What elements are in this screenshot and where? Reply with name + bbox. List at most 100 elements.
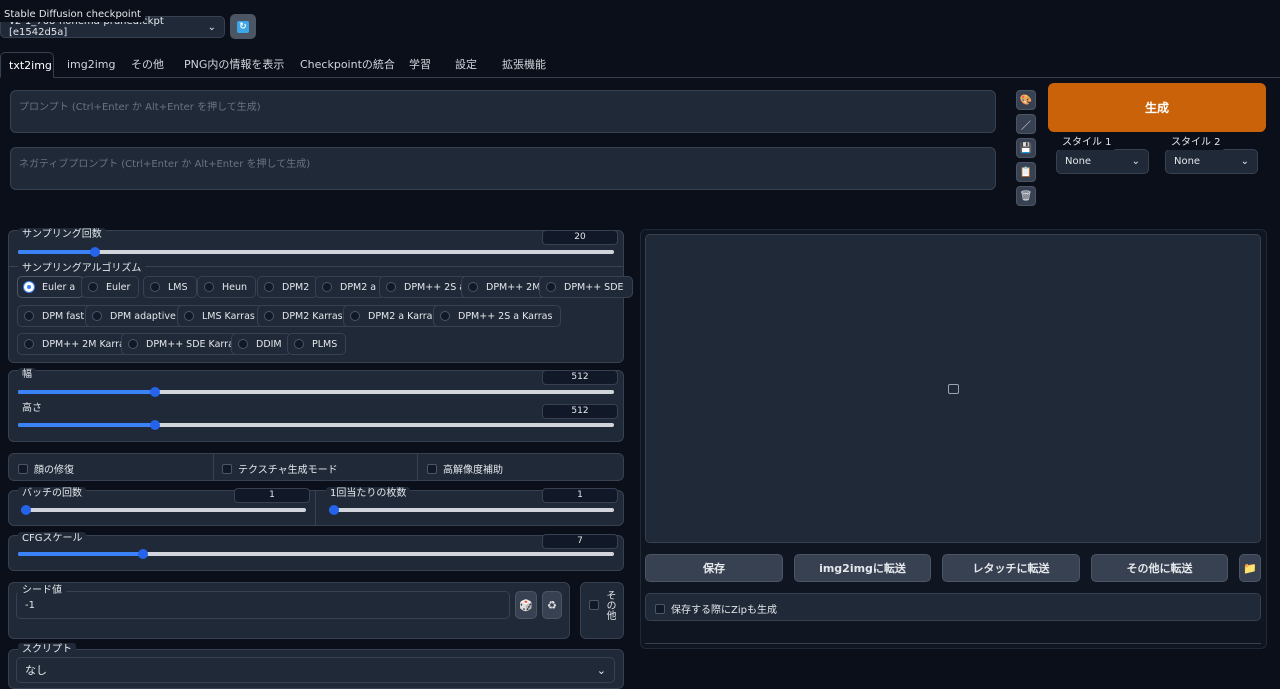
negative-prompt-input[interactable]: ネガティブプロンプト (Ctrl+Enter か Alt+Enter を押して生… [10,147,996,190]
radio-dot[interactable] [350,311,360,321]
sampler-option[interactable]: DPM++ 2S a Karras [433,305,562,327]
radio-dot[interactable] [440,311,450,321]
radio-dot[interactable] [92,311,102,321]
prompt-input[interactable]: プロンプト (Ctrl+Enter か Alt+Enter を押して生成) [10,90,996,133]
palette-button[interactable]: 🎨 [1016,90,1036,110]
slider-thumb[interactable] [21,505,31,515]
send-to-extras-button[interactable]: その他に転送 [1091,554,1228,582]
batch-size-slider[interactable] [329,505,614,515]
style2-dropdown[interactable]: None ⌄ [1165,149,1258,174]
height-slider[interactable] [18,420,614,430]
tab-extras[interactable]: その他 [131,52,164,78]
batch-count-slider[interactable] [21,505,306,515]
tab-img2img[interactable]: img2img [67,52,116,78]
radio-dot[interactable] [24,282,34,292]
sampler-option-label: DPM adaptive [110,310,176,322]
radio-dot[interactable] [128,339,138,349]
height-label: 高さ [18,402,46,416]
clear-button[interactable]: 🗑 [1016,186,1036,206]
sampler-option[interactable]: PLMS [287,333,347,355]
radio-dot[interactable] [150,282,160,292]
sampling-steps-input[interactable]: 20 [542,230,618,245]
batch-count-input[interactable]: 1 [234,488,310,503]
tiling-checkbox[interactable]: テクスチャ生成モード [222,461,338,476]
radio-dot[interactable] [386,282,396,292]
extra-seed-checkbox[interactable]: その他 [589,590,639,620]
radio-dot[interactable] [468,282,478,292]
radio-dot[interactable] [24,339,34,349]
tab-txt2img[interactable]: txt2img [0,52,54,78]
style2-value: None [1174,156,1201,167]
sampler-option[interactable]: DPM adaptive [85,305,185,327]
tab-settings[interactable]: 設定 [455,52,477,78]
tab-extensions[interactable]: 拡張機能 [502,52,546,78]
cfg-input[interactable]: 7 [542,534,618,549]
batch-size-input[interactable]: 1 [542,488,618,503]
apply-style-button[interactable]: 📋 [1016,162,1036,182]
restore-faces-checkbox[interactable]: 顔の修復 [18,461,74,476]
zip-checkbox[interactable]: 保存する際にZipも生成 [655,601,777,616]
reuse-seed-button[interactable]: ♻ [542,591,562,619]
radio-dot[interactable] [322,282,332,292]
tab-train[interactable]: 学習 [409,52,431,78]
cfg-slider[interactable] [18,549,614,559]
radio-dot[interactable] [238,339,248,349]
sampler-option[interactable]: DPM2 Karras [257,305,352,327]
slider-thumb[interactable] [329,505,339,515]
sampler-option[interactable]: LMS Karras [177,305,264,327]
restore-faces-label: 顔の修復 [34,465,74,476]
radio-dot[interactable] [546,282,556,292]
seed-input[interactable]: -1 [16,591,510,619]
radio-dot[interactable] [184,311,194,321]
sampler-option[interactable]: Euler [81,276,140,298]
sampler-option[interactable]: DPM2 a Karras [343,305,447,327]
checkbox[interactable] [18,463,28,474]
radio-dot[interactable] [204,282,214,292]
extra-seed-label: その他 [604,590,615,620]
save-button[interactable]: 保存 [645,554,783,582]
send-to-inpaint-button[interactable]: レタッチに転送 [942,554,1080,582]
generate-button[interactable]: 生成 [1048,83,1266,132]
width-input[interactable]: 512 [542,370,618,385]
tab-checkpoint-merger[interactable]: Checkpointの統合 [300,52,395,78]
height-input[interactable]: 512 [542,404,618,419]
sampler-option[interactable]: DPM++ 2M [461,276,550,298]
checkbox[interactable] [589,600,599,610]
sampler-option[interactable]: DPM2 a [315,276,386,298]
checkbox[interactable] [655,603,665,614]
sampler-option[interactable]: DPM2 [257,276,319,298]
style1-dropdown[interactable]: None ⌄ [1056,149,1149,174]
refresh-checkpoint-button[interactable]: ↻ [230,14,256,39]
sampler-option[interactable]: DPM++ SDE Karras [121,333,248,355]
save-style-button[interactable]: 💾 [1016,138,1036,158]
checkbox[interactable] [427,463,437,474]
divider [417,454,418,480]
pencil-button[interactable]: ／ [1016,114,1036,134]
open-folder-button[interactable]: 📁 [1239,554,1261,582]
width-slider[interactable] [18,387,614,397]
sampler-option[interactable]: DPM++ SDE [539,276,633,298]
radio-dot[interactable] [24,311,34,321]
chevron-down-icon: ⌄ [1240,156,1249,167]
hires-fix-checkbox[interactable]: 高解像度補助 [427,461,503,476]
send-to-img2img-button[interactable]: img2imgに転送 [794,554,931,582]
clipboard-icon: 📋 [1019,166,1033,178]
sampler-option[interactable]: DPM++ 2S a [379,276,475,298]
sampler-option[interactable]: DDIM [231,333,291,355]
random-seed-button[interactable]: 🎲 [515,591,537,619]
sampler-option-label: LMS [168,281,188,293]
sampler-option[interactable]: Heun [197,276,257,298]
radio-dot[interactable] [88,282,98,292]
radio-dot[interactable] [264,282,274,292]
radio-dot[interactable] [264,311,274,321]
script-dropdown[interactable]: なし ⌄ [16,657,615,683]
tab-png-info[interactable]: PNG内の情報を表示 [184,52,284,78]
radio-dot[interactable] [294,339,304,349]
sampler-option[interactable]: Euler a [17,276,85,298]
sampler-option-label: DPM++ SDE [564,281,624,293]
tiling-label: テクスチャ生成モード [238,465,338,476]
checkbox[interactable] [222,463,232,474]
sampler-option[interactable]: LMS [143,276,197,298]
sampler-option[interactable]: DPM fast [17,305,94,327]
sampling-steps-slider[interactable] [18,247,614,257]
